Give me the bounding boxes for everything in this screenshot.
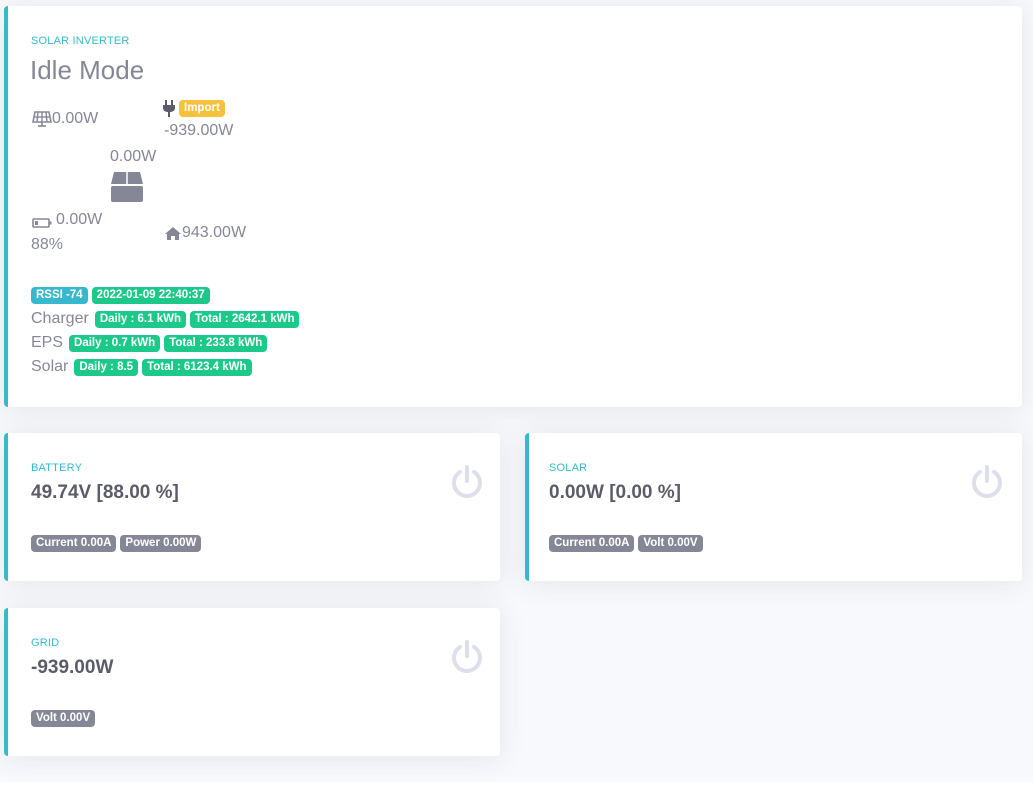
solar-label: SOLAR <box>549 462 588 474</box>
grid-power-value: -939.00W <box>164 122 234 139</box>
grid-import-badge: Import <box>179 100 225 117</box>
battery-icon <box>32 215 52 228</box>
solar-value: 0.00W [0.00 %] <box>549 482 681 503</box>
inverter-label: SOLAR INVERTER <box>31 35 130 47</box>
battery-power-value: 0.00W <box>56 211 103 228</box>
power-icon <box>970 465 1004 499</box>
battery-value: 49.74V [88.00 %] <box>31 482 179 503</box>
solar-flow: 0.00W <box>32 110 98 128</box>
inverter-mode: Idle Mode <box>30 55 145 85</box>
solar-volt-badge: Volt 0.00V <box>638 535 703 552</box>
grid-flow: Import <box>162 100 225 117</box>
status-badges: RSSI -74 2022-01-09 22:40:37 <box>31 287 210 304</box>
charger-label: Charger <box>31 310 89 327</box>
battery-card: BATTERY 49.74V [88.00 %] Current 0.00A P… <box>4 433 500 581</box>
plug-icon <box>162 100 176 117</box>
eps-row: EPS Daily : 0.7 kWh Total : 233.8 kWh <box>31 334 268 352</box>
battery-power-badge: Power 0.00W <box>120 535 202 552</box>
timestamp-badge: 2022-01-09 22:40:37 <box>91 287 210 304</box>
power-icon <box>450 465 484 499</box>
grid-volt-badge: Volt 0.00V <box>31 710 96 727</box>
battery-label: BATTERY <box>31 462 83 474</box>
eps-daily-badge: Daily : 0.7 kWh <box>69 334 161 352</box>
power-icon <box>450 640 484 674</box>
battery-percent-value: 88% <box>31 236 64 253</box>
home-flow: 943.00W <box>164 224 246 242</box>
solar-row: Solar Daily : 8.5 Total : 6123.4 kWh <box>31 358 252 376</box>
charger-daily-badge: Daily : 6.1 kWh <box>94 310 186 328</box>
grid-label: GRID <box>31 637 60 649</box>
solar-card: SOLAR 0.00W [0.00 %] Current 0.00A Volt … <box>525 433 1022 581</box>
inverter-box-icon <box>110 171 144 203</box>
inverter-card: SOLAR INVERTER Idle Mode 0.00W Import -9… <box>4 6 1022 407</box>
grid-value: -939.00W <box>31 657 114 678</box>
solar-power-value: 0.00W <box>52 110 99 127</box>
solar-row-label: Solar <box>31 358 69 375</box>
solar-total-badge: Total : 6123.4 kWh <box>142 358 252 376</box>
solar-current-badge: Current 0.00A <box>549 535 635 552</box>
battery-badges: Current 0.00A Power 0.00W <box>31 535 202 552</box>
battery-current-badge: Current 0.00A <box>31 535 117 552</box>
rssi-badge: RSSI -74 <box>31 287 88 304</box>
inverter-power-value: 0.00W <box>110 148 157 165</box>
grid-badges: Volt 0.00V <box>31 710 96 727</box>
home-icon <box>164 226 182 241</box>
charger-total-badge: Total : 2642.1 kWh <box>189 310 300 328</box>
home-power-value: 943.00W <box>182 224 247 241</box>
eps-label: EPS <box>31 334 64 351</box>
solar-daily-badge: Daily : 8.5 <box>74 358 139 376</box>
battery-flow: 0.00W <box>32 211 102 229</box>
eps-total-badge: Total : 233.8 kWh <box>164 334 268 352</box>
charger-row: Charger Daily : 6.1 kWh Total : 2642.1 k… <box>31 310 300 328</box>
solar-badges: Current 0.00A Volt 0.00V <box>549 535 703 552</box>
grid-card: GRID -939.00W Volt 0.00V <box>4 608 500 756</box>
solar-panel-icon <box>32 111 52 127</box>
